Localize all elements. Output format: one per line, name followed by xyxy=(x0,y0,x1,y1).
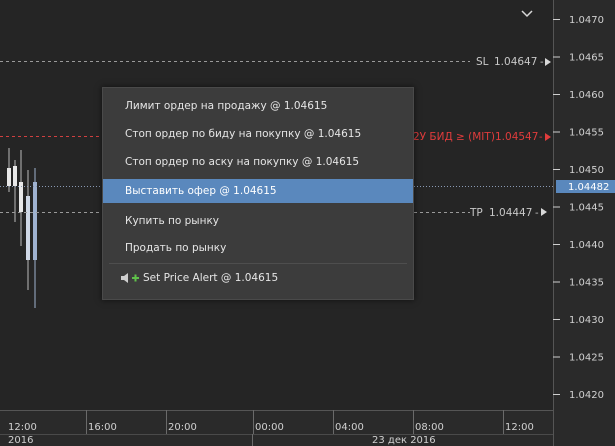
time-tick-label: 04:00 xyxy=(335,422,364,433)
price-tick-label: 1.0450 xyxy=(569,165,604,176)
mit-price: 1.04547 xyxy=(495,131,538,143)
menu-item-label: Купить по рынку xyxy=(125,215,220,227)
time-tick-label: 00:00 xyxy=(255,422,284,433)
price-tick-label: 1.0460 xyxy=(569,90,604,101)
menu-item-label: Set Price Alert @ 1.04615 xyxy=(143,272,279,284)
price-tick-label: 1.0445 xyxy=(569,203,604,214)
time-tick-label: 08:00 xyxy=(415,422,444,433)
menu-item-label: Выставить офер @ 1.04615 xyxy=(125,185,277,197)
candle xyxy=(33,182,37,260)
sl-price: 1.04647 xyxy=(494,56,537,68)
speaker-plus-icon xyxy=(121,273,139,283)
mit-dash: - xyxy=(539,132,543,143)
price-tick-label: 1.0470 xyxy=(569,15,604,26)
menu-item-buy-market[interactable]: Купить по рынку xyxy=(103,209,413,233)
menu-item-label: Продать по рынку xyxy=(125,242,227,254)
menu-separator xyxy=(109,263,407,264)
menu-item-place-offer[interactable]: Выставить офер @ 1.04615 xyxy=(103,179,413,203)
candle xyxy=(13,166,17,186)
price-axis-panel xyxy=(553,0,615,446)
price-tick-label: 1.0420 xyxy=(569,390,604,401)
price-tick-label: 1.0465 xyxy=(569,53,604,64)
menu-item-stop-bid-buy[interactable]: Стоп ордер по биду на покупку @ 1.04615 xyxy=(103,122,413,146)
menu-item-label: Стоп ордер по биду на покупку @ 1.04615 xyxy=(125,128,362,140)
menu-item-limit-sell[interactable]: Лимит ордер на продажу @ 1.04615 xyxy=(103,94,413,118)
price-tick-label: 1.0435 xyxy=(569,278,604,289)
time-tick-label: 12:00 xyxy=(505,422,534,433)
menu-item-set-price-alert[interactable]: Set Price Alert @ 1.04615 xyxy=(103,266,413,290)
tp-price: 1.04447 xyxy=(489,207,532,219)
sl-dash: - xyxy=(540,57,544,68)
context-menu: Лимит ордер на продажу @ 1.04615 Стоп ор… xyxy=(102,87,414,300)
menu-item-stop-ask-buy[interactable]: Стоп ордер по аску на покупку @ 1.04615 xyxy=(103,150,413,174)
price-tick-label: 1.0440 xyxy=(569,240,604,251)
current-price-label: 1.04482 xyxy=(568,182,609,193)
price-tick-label: 1.0430 xyxy=(569,315,604,326)
mit-label: 2У БИД ≥ (MIT) xyxy=(413,131,495,143)
price-tick-label: 1.0455 xyxy=(569,128,604,139)
candle xyxy=(7,168,11,186)
sl-tag: SL xyxy=(476,56,489,68)
price-tick-label: 1.0425 xyxy=(569,353,604,364)
time-tick-label: 16:00 xyxy=(88,422,117,433)
date-label-day: 23 дек 2016 xyxy=(372,435,436,446)
trading-chart-window: SL 1.04647 - 2У БИД ≥ (MIT) 1.04547 - TP… xyxy=(0,0,615,446)
tp-dash: - xyxy=(535,208,539,219)
candle xyxy=(26,196,30,260)
time-tick-label: 20:00 xyxy=(168,422,197,433)
time-tick-label: 12:00 xyxy=(8,422,37,433)
tp-tag: TP xyxy=(469,207,483,219)
menu-item-sell-market[interactable]: Продать по рынку xyxy=(103,236,413,260)
menu-item-label: Лимит ордер на продажу @ 1.04615 xyxy=(125,100,328,112)
date-label-year: 2016 xyxy=(8,435,33,446)
menu-item-label: Стоп ордер по аску на покупку @ 1.04615 xyxy=(125,156,360,168)
